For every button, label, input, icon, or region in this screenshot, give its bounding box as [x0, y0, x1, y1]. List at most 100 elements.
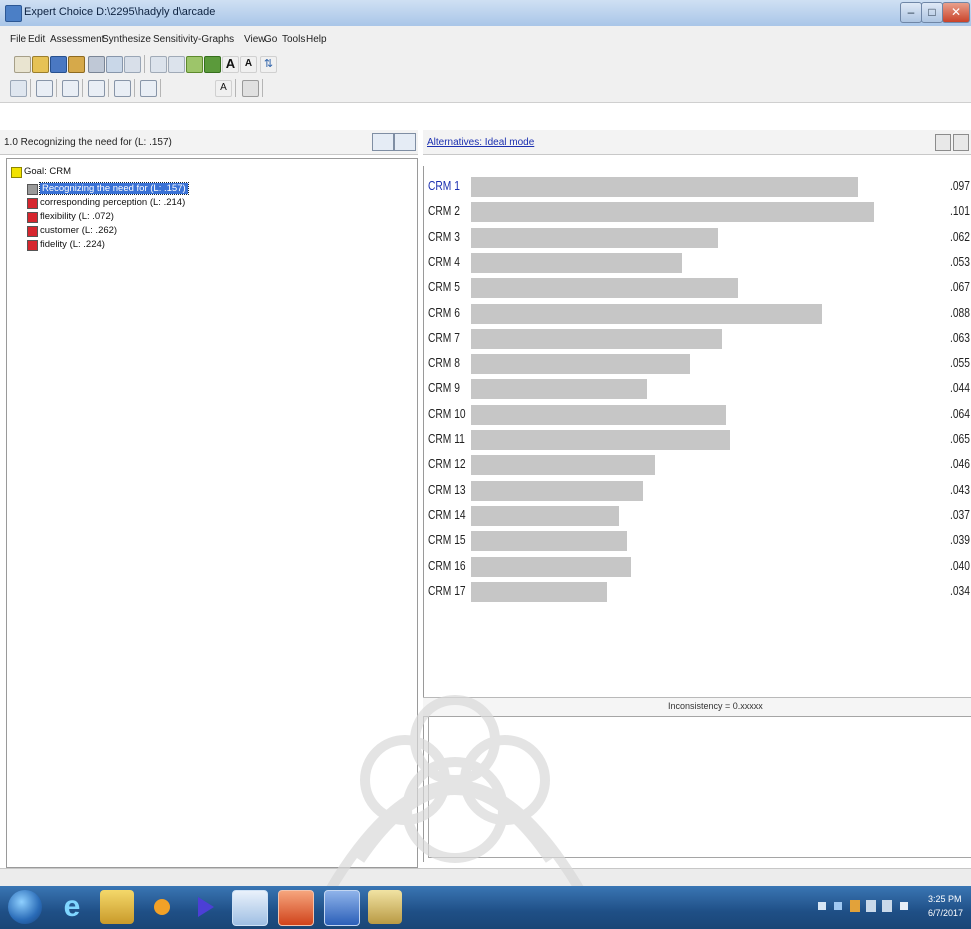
- priority-value: .097: [950, 179, 970, 193]
- priority-value: .067: [950, 280, 970, 295]
- alternative-row[interactable]: CRM 12 .046: [423, 454, 971, 476]
- tray-clock-date[interactable]: 6/7/2017: [928, 908, 963, 918]
- model-view-icon[interactable]: [10, 80, 27, 97]
- menu-view[interactable]: View: [244, 34, 266, 45]
- tree-view-icon[interactable]: [372, 133, 394, 151]
- alternative-row[interactable]: CRM 2 .101: [423, 201, 971, 223]
- priority-bar: [471, 303, 822, 324]
- alternative-label: CRM 16: [428, 558, 466, 573]
- graphical-assessment-icon[interactable]: [88, 80, 105, 97]
- normalize-icon[interactable]: [953, 134, 969, 151]
- priority-bar: [471, 480, 643, 501]
- tray-volume-icon[interactable]: [882, 900, 892, 912]
- tray-arrow-icon[interactable]: [818, 902, 826, 910]
- alternatives-mode-link[interactable]: Alternatives: Ideal mode: [427, 137, 534, 148]
- menu-assessment[interactable]: Assessment: [50, 34, 104, 45]
- print-icon[interactable]: [68, 56, 85, 73]
- current-node-label: 1.0 Recognizing the need for (L: .157): [4, 137, 172, 148]
- undo-icon[interactable]: [150, 56, 167, 73]
- priority-bar: [471, 430, 730, 450]
- new-file-icon[interactable]: [14, 56, 31, 73]
- priority-value: .101: [950, 204, 970, 219]
- alternative-row[interactable]: CRM 1 .097: [423, 176, 971, 198]
- sort-alternatives-icon[interactable]: [935, 134, 951, 151]
- menu-tools[interactable]: Tools: [282, 34, 305, 45]
- tray-battery-icon[interactable]: [850, 900, 860, 912]
- menu-synthesize[interactable]: Synthesize: [102, 34, 151, 45]
- close-button[interactable]: ✕: [942, 2, 970, 23]
- synthesize-icon[interactable]: [204, 56, 221, 73]
- alternative-row[interactable]: CRM 17 .034: [423, 581, 971, 603]
- priority-value: .037: [950, 507, 970, 522]
- media-player-icon[interactable]: [188, 890, 222, 924]
- alternative-row[interactable]: CRM 11 .065: [423, 429, 971, 451]
- questionnaire-icon[interactable]: [114, 80, 131, 97]
- alternative-label: CRM 7: [428, 330, 460, 345]
- priority-value: .064: [950, 406, 970, 421]
- minimize-button[interactable]: –: [900, 2, 922, 23]
- alternative-row[interactable]: CRM 13 .043: [423, 480, 971, 502]
- redo-icon[interactable]: [168, 56, 185, 73]
- node-view-icon[interactable]: [394, 133, 416, 151]
- priority-bar: [471, 227, 718, 248]
- alternative-row[interactable]: CRM 6 .088: [423, 303, 971, 325]
- alternative-row[interactable]: CRM 15 .039: [423, 530, 971, 552]
- tree-node-label: customer (L: .262): [40, 225, 118, 236]
- criterion-square-icon: [27, 240, 38, 251]
- alternative-row[interactable]: CRM 9 .044: [423, 378, 971, 400]
- priority-value: .044: [950, 381, 970, 396]
- menu-help[interactable]: Help: [306, 34, 327, 45]
- font-increase-icon[interactable]: A: [222, 56, 239, 73]
- refresh-icon[interactable]: [186, 56, 203, 73]
- window-titlebar[interactable]: Expert Choice D:\2295\hadyly d\arcade – …: [0, 0, 971, 27]
- alternative-row[interactable]: CRM 16 .040: [423, 556, 971, 578]
- tray-clock-time[interactable]: 3:25 PM: [928, 894, 962, 904]
- powerpoint-icon[interactable]: [278, 890, 314, 926]
- tray-network-icon[interactable]: [866, 900, 876, 912]
- sort-icon[interactable]: ⇅: [260, 56, 277, 73]
- word-icon[interactable]: [324, 890, 360, 926]
- maximize-button[interactable]: □: [921, 2, 943, 23]
- paint-icon[interactable]: [368, 890, 402, 924]
- font-decrease-icon[interactable]: A: [240, 56, 257, 73]
- menu-sensitivity-graphs[interactable]: Sensitivity-Graphs: [153, 34, 234, 45]
- alternative-row[interactable]: CRM 5 .067: [423, 277, 971, 299]
- alternative-row[interactable]: CRM 3 .062: [423, 227, 971, 249]
- alternative-label: CRM 10: [428, 406, 466, 421]
- alternative-row[interactable]: CRM 8 .055: [423, 353, 971, 375]
- alternatives-priority-chart: CRM 1.097 CRM 2.101 CRM 3.062 CRM 4.053 CRM …: [423, 172, 971, 702]
- tree-node-label-selected: Recognizing the need for (L: .157): [39, 182, 189, 195]
- filter-icon[interactable]: [140, 80, 157, 97]
- expert-choice-app-icon[interactable]: [5, 5, 22, 22]
- alternative-row[interactable]: CRM 7 .063: [423, 328, 971, 350]
- media-center-icon[interactable]: [145, 890, 179, 924]
- priority-bar: [471, 455, 655, 476]
- windows-taskbar: e 3:25 PM 6/7/2017: [0, 886, 971, 929]
- internet-explorer-icon[interactable]: e: [55, 890, 89, 924]
- file-explorer-icon[interactable]: [100, 890, 134, 924]
- menu-edit[interactable]: Edit: [28, 34, 45, 45]
- copy-icon[interactable]: [106, 56, 123, 73]
- priority-value: .034: [950, 583, 970, 598]
- numerical-assessment-icon[interactable]: [36, 80, 53, 97]
- preview-icon[interactable]: [88, 56, 105, 73]
- pane-layout-icon[interactable]: [242, 80, 259, 97]
- alternative-label: CRM 3: [428, 229, 460, 244]
- priority-bar: [471, 379, 647, 400]
- criterion-square-icon: [27, 226, 38, 237]
- tray-flag-icon[interactable]: [834, 902, 842, 910]
- start-orb-icon[interactable]: [8, 890, 42, 924]
- paste-icon[interactable]: [124, 56, 141, 73]
- expert-choice-taskbar-icon[interactable]: [232, 890, 268, 926]
- verbal-assessment-icon[interactable]: [62, 80, 79, 97]
- font-icon[interactable]: A: [215, 80, 232, 97]
- window-title: Expert Choice D:\2295\hadyly d\arcade: [24, 6, 216, 18]
- alternative-row[interactable]: CRM 14 .037: [423, 505, 971, 527]
- alternative-row[interactable]: CRM 4 .053: [423, 252, 971, 274]
- tray-language-icon[interactable]: [900, 902, 908, 910]
- open-folder-icon[interactable]: [32, 56, 49, 73]
- alternative-row[interactable]: CRM 10 .064: [423, 404, 971, 426]
- menu-file[interactable]: File: [10, 34, 26, 45]
- menu-go[interactable]: Go: [264, 34, 277, 45]
- save-icon[interactable]: [50, 56, 67, 73]
